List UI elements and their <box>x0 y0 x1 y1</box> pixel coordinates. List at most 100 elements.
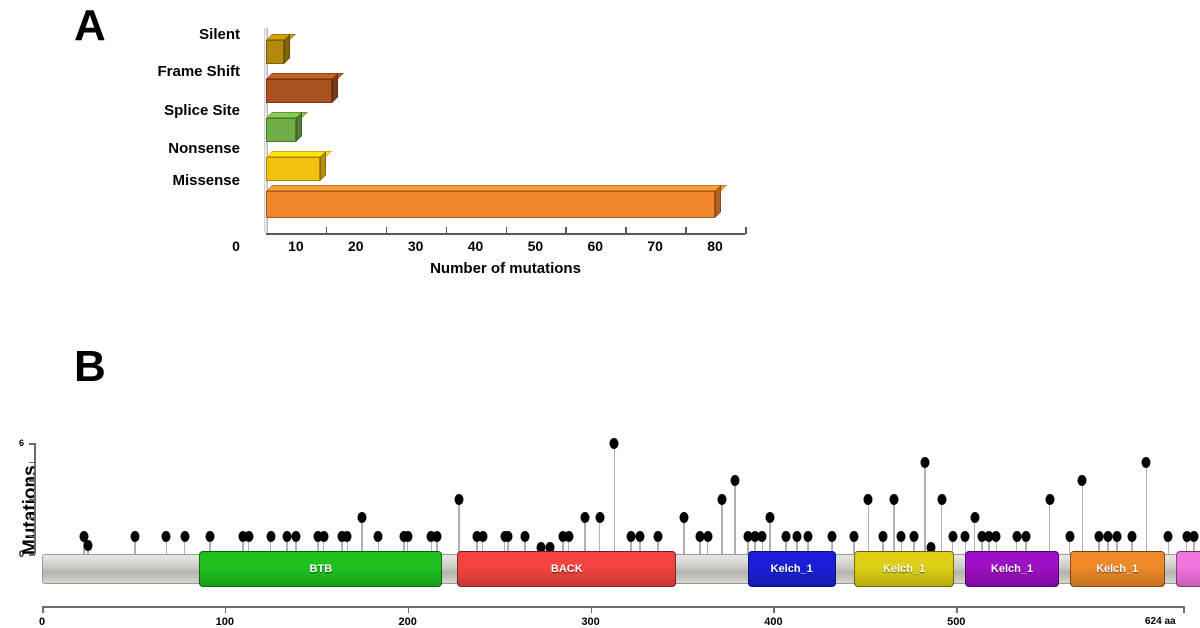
bar-face <box>266 191 716 218</box>
panel-a-bar-chart: 0 10 20 30 40 50 60 70 80 Number of mutations Miss… <box>0 0 800 300</box>
mutation-marker[interactable] <box>432 530 442 542</box>
mutation-marker[interactable] <box>1112 530 1122 542</box>
x-axis-tick-label: 10 <box>288 238 304 254</box>
y-axis-tick <box>29 535 35 537</box>
domain-btb-0[interactable]: BTB <box>199 551 443 587</box>
x-axis-tick <box>325 227 328 234</box>
mutation-marker[interactable] <box>863 493 873 505</box>
mutation-marker[interactable] <box>564 530 574 542</box>
mutation-marker[interactable] <box>849 530 859 542</box>
mutation-marker[interactable] <box>757 530 767 542</box>
domain-kelch_1-3[interactable]: Kelch_1 <box>853 551 955 587</box>
mutation-marker[interactable] <box>909 530 919 542</box>
x-axis-tick <box>745 227 747 234</box>
y-axis-tick <box>29 443 35 445</box>
x-axis-tick-label: 40 <box>467 238 484 254</box>
mutation-marker[interactable] <box>319 530 329 542</box>
mutation-marker[interactable] <box>130 530 140 542</box>
mutation-marker[interactable] <box>703 530 713 542</box>
mutation-marker[interactable] <box>1012 530 1022 542</box>
mutation-marker[interactable] <box>180 530 190 542</box>
mutation-marker[interactable] <box>1077 475 1087 486</box>
mutation-marker[interactable] <box>520 530 530 542</box>
x-axis-tick-label: 50 <box>527 238 544 254</box>
mutation-marker[interactable] <box>403 530 413 542</box>
mutation-marker[interactable] <box>970 512 980 523</box>
mutation-marker[interactable] <box>803 530 813 542</box>
mutation-marker[interactable] <box>889 493 899 505</box>
mutation-marker[interactable] <box>792 530 802 542</box>
bar-splice-site <box>266 112 308 142</box>
bar-face <box>266 118 296 142</box>
bar-face <box>266 79 332 103</box>
mutation-marker[interactable] <box>635 530 645 542</box>
x-axis-tick <box>685 227 687 234</box>
mutation-marker[interactable] <box>282 530 292 542</box>
panel-b-lollipop-plot: Mutations 0 6 BTB BACK Kelch_1 Kelch_1 Kelch_1 K… <box>0 330 1200 628</box>
mutation-marker[interactable] <box>765 512 775 523</box>
mutation-marker[interactable] <box>1021 530 1031 542</box>
mutation-marker[interactable] <box>960 530 970 542</box>
bar-face <box>266 40 284 64</box>
mutation-marker[interactable] <box>679 512 689 523</box>
mutation-marker[interactable] <box>503 530 513 542</box>
mutation-marker[interactable] <box>1189 530 1199 542</box>
position-axis-tick <box>956 606 958 613</box>
mutation-marker[interactable] <box>373 530 383 542</box>
domain-label: Kelch_1 <box>770 563 813 575</box>
mutation-marker[interactable] <box>1163 530 1173 542</box>
position-axis-tick-label: 200 <box>398 616 417 628</box>
position-axis-tick-label: 400 <box>764 616 783 628</box>
y-axis-tick <box>29 480 35 482</box>
category-label-missense: Missense <box>172 172 240 189</box>
mutation-marker[interactable] <box>244 530 254 542</box>
mutation-marker[interactable] <box>991 530 1001 542</box>
mutation-marker[interactable] <box>161 530 171 542</box>
mutation-marker[interactable] <box>1103 530 1113 542</box>
mutation-marker[interactable] <box>580 512 590 523</box>
position-axis-tick <box>224 606 227 613</box>
bar-side-face <box>319 151 326 181</box>
domain-label: Kelch_1 <box>1096 563 1139 575</box>
mutation-marker[interactable] <box>920 456 930 468</box>
mutation-marker[interactable] <box>717 493 727 505</box>
mutation-marker[interactable] <box>781 530 791 542</box>
mutation-marker[interactable] <box>626 530 636 542</box>
mutation-stem <box>734 480 736 560</box>
domain-label: BTB <box>309 563 333 575</box>
mutation-marker[interactable] <box>595 512 605 523</box>
domain-label: BACK <box>550 563 583 575</box>
category-label-frame-shift: Frame Shift <box>157 63 240 80</box>
mutation-marker[interactable] <box>1045 493 1055 505</box>
mutation-marker[interactable] <box>730 475 740 486</box>
mutation-marker[interactable] <box>1065 530 1075 542</box>
mutation-marker[interactable] <box>266 530 276 542</box>
x-axis-tick <box>625 227 627 234</box>
mutation-marker[interactable] <box>878 530 888 542</box>
mutation-marker[interactable] <box>357 512 367 523</box>
domain-back-1[interactable]: BACK <box>457 551 677 587</box>
x-axis-tick-label: 30 <box>407 238 424 254</box>
domain-kelch_1-4[interactable]: Kelch_1 <box>965 551 1059 587</box>
mutation-marker[interactable] <box>1094 530 1104 542</box>
mutation-marker[interactable] <box>653 530 663 542</box>
domain-kelch_1-5[interactable]: Kelch_1 <box>1069 551 1165 587</box>
mutation-marker[interactable] <box>291 530 301 542</box>
domain-kelch_1-2[interactable]: Kelch_1 <box>747 551 836 587</box>
mutation-marker[interactable] <box>454 493 464 505</box>
mutation-marker[interactable] <box>948 530 958 542</box>
mutation-marker[interactable] <box>937 493 947 505</box>
mutation-marker[interactable] <box>1141 456 1151 468</box>
domain-kelch_1-6[interactable]: Kelch_1 <box>1175 551 1200 587</box>
mutation-marker[interactable] <box>342 530 352 542</box>
domain-label: Kelch_1 <box>883 563 926 575</box>
mutation-marker[interactable] <box>896 530 906 542</box>
mutation-marker[interactable] <box>609 438 619 449</box>
y-axis-title: Mutations <box>20 465 41 555</box>
mutation-marker[interactable] <box>478 530 488 542</box>
mutation-marker[interactable] <box>1127 530 1137 542</box>
mutation-marker[interactable] <box>827 530 837 542</box>
position-axis-tick <box>773 606 775 613</box>
mutation-marker[interactable] <box>83 539 93 551</box>
mutation-marker[interactable] <box>205 530 215 542</box>
